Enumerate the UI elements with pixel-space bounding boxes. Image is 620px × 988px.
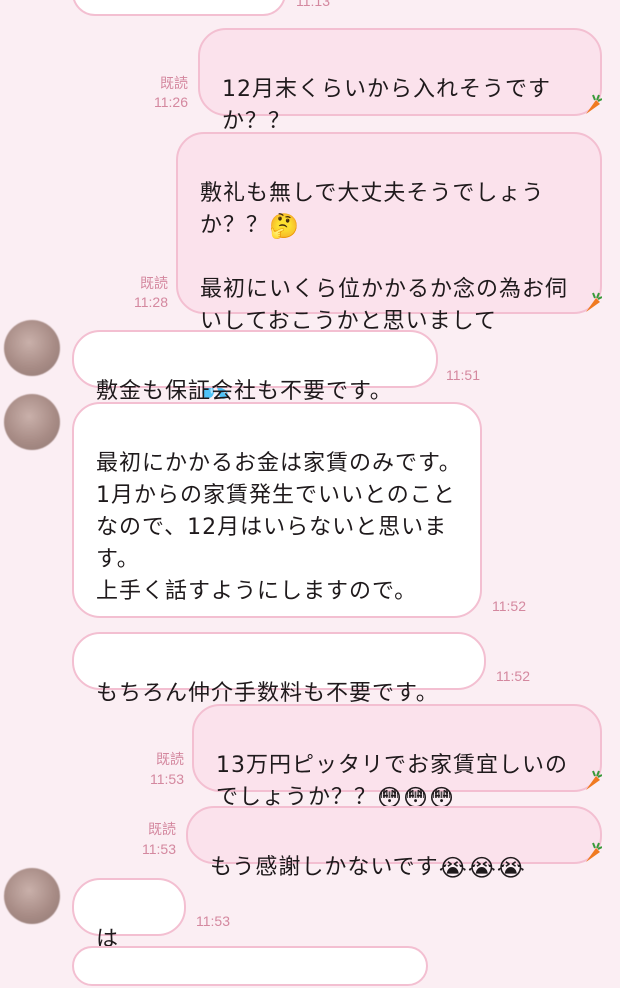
timestamp: 11:52 — [496, 668, 530, 684]
read-receipt: 既読 — [156, 751, 184, 767]
avatar[interactable] — [4, 868, 60, 924]
timestamp: 11:26 — [154, 94, 188, 110]
carrot-icon — [586, 292, 602, 312]
read-receipt: 既読 — [148, 821, 176, 837]
message-bubble-incoming[interactable]: もちろん仲介手数料も不要です。 — [72, 632, 486, 706]
timestamp: 11:28 — [134, 294, 168, 310]
message-bubble-incoming[interactable]: 敷金も保証会社も不要です。 — [72, 330, 438, 404]
timestamp: 11:53 — [142, 841, 176, 857]
message-text: 12月末くらいから入れそうですか？？ — [222, 77, 551, 134]
message-bubble-outgoing[interactable]: もう感謝しかないです😭😭😭 — [186, 806, 602, 882]
message-text: 敷礼も無しで大丈夫そうでしょうか？？ — [200, 181, 545, 238]
read-receipt: 既読 — [160, 75, 188, 91]
carrot-icon — [586, 842, 602, 862]
avatar[interactable] — [4, 394, 60, 450]
message-bubble-outgoing[interactable]: 敷礼も無しで大丈夫そうでしょうか？？🤔 最初にいくら位かかるか念の為お伺いしてお… — [176, 132, 602, 400]
message-bubble-incoming[interactable]: 最初にかかるお金は家賃のみです。 1月からの家賃発生でいいとのことなので、12月… — [72, 402, 482, 618]
message-bubble-outgoing[interactable]: 13万円ピッタリでお家賃宜しいのでしょうか？？😳😳😳 — [192, 704, 602, 812]
message-bubble-outgoing[interactable]: 12月末くらいから入れそうですか？？ — [198, 28, 602, 134]
message-text: もう感謝しかないです — [210, 855, 439, 880]
message-bubble-incoming[interactable]: はい。 — [72, 878, 186, 984]
message-bubble-partial[interactable] — [72, 0, 286, 16]
timestamp: 11:13 — [296, 0, 330, 9]
message-text: 最初にかかるお金は家賃のみです。 1月からの家賃発生でいいとのことなので、12月… — [96, 451, 462, 604]
thinking-face-icon: 🤔 — [269, 212, 300, 240]
message-bubble-partial[interactable] — [72, 946, 428, 986]
carrot-icon — [586, 94, 602, 114]
avatar[interactable] — [4, 320, 60, 376]
timestamp: 11:51 — [446, 367, 480, 383]
message-text: もちろん仲介手数料も不要です。 — [96, 681, 439, 706]
message-text: 最初にいくら位かかるか念の為お伺いしておこうかと思いまして — [200, 277, 569, 334]
message-text: 敷金も保証会社も不要です。 — [96, 379, 393, 404]
timestamp: 11:52 — [492, 598, 526, 614]
timestamp: 11:53 — [196, 913, 230, 929]
timestamp: 11:53 — [150, 771, 184, 787]
read-receipt: 既読 — [140, 275, 168, 291]
carrot-icon — [586, 770, 602, 790]
crying-face-icon: 😭😭😭 — [438, 854, 526, 882]
